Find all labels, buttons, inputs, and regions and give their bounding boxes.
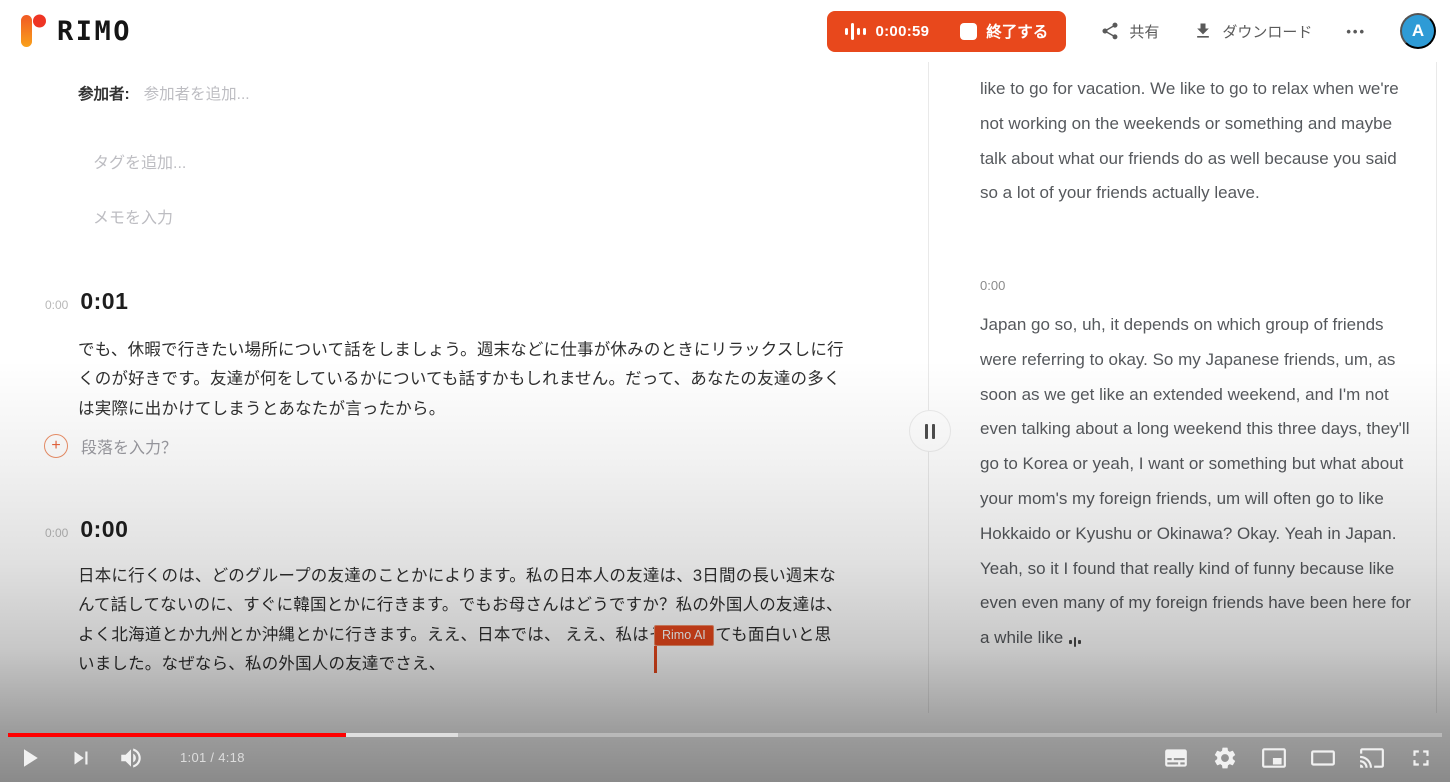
- theater-icon: [1310, 745, 1336, 771]
- transcript-body-text: Japan go so, uh, it depends on which gro…: [980, 315, 1411, 647]
- fullscreen-button[interactable]: [1408, 745, 1434, 771]
- play-button[interactable]: [14, 743, 44, 773]
- segment-time[interactable]: 0:01: [80, 288, 128, 315]
- segment-start-time: 0:00: [45, 526, 68, 540]
- play-icon: [14, 743, 44, 773]
- cast-icon: [1359, 745, 1385, 771]
- segment-timestamp: 0:00 0:00: [45, 516, 128, 543]
- transcript-paragraph-ja[interactable]: でも、休暇で行きたい場所について話をしましょう。週末などに仕事が休みのときにリラ…: [78, 336, 844, 424]
- transcript-time-label: 0:00: [980, 278, 1005, 293]
- player-controls-left: 1:01 / 4:18: [14, 743, 245, 773]
- cast-button[interactable]: [1359, 745, 1385, 771]
- volume-button[interactable]: [118, 745, 144, 771]
- header-actions: 0:00:59 終了する 共有 ダウンロード ••• A: [827, 11, 1436, 52]
- next-button[interactable]: [68, 745, 94, 771]
- share-button[interactable]: 共有: [1100, 21, 1159, 42]
- volume-icon: [118, 745, 144, 771]
- stop-recording-button[interactable]: 0:00:59 終了する: [827, 11, 1066, 52]
- transcript-paragraph-ja[interactable]: 日本に行くのは、どのグループの友達のことかによります。私の日本人の友達は、3日間…: [78, 562, 844, 680]
- plus-icon: +: [44, 434, 68, 458]
- tag-input[interactable]: タグを追加...: [93, 149, 186, 173]
- download-label: ダウンロード: [1222, 21, 1312, 42]
- miniplayer-icon: [1261, 745, 1287, 771]
- player-controls-right: [1163, 745, 1434, 771]
- participants-label: 参加者:: [78, 82, 130, 104]
- recording-waveform-icon: [845, 23, 866, 40]
- subtitles-button[interactable]: [1163, 745, 1189, 771]
- panel-resize-handle[interactable]: [909, 410, 951, 452]
- rimo-ai-caret: [654, 646, 657, 673]
- share-icon: [1100, 21, 1120, 41]
- next-icon: [68, 745, 94, 771]
- recording-elapsed-time: 0:00:59: [875, 23, 929, 40]
- add-paragraph-label: 段落を入力？: [81, 434, 177, 458]
- segment-timestamp: 0:00 0:01: [45, 288, 128, 315]
- participants-input[interactable]: 参加者を追加...: [144, 82, 250, 104]
- rimo-logo-icon: [16, 10, 48, 52]
- gear-icon: [1212, 745, 1238, 771]
- stop-recording-label: 終了する: [986, 20, 1048, 42]
- miniplayer-button[interactable]: [1261, 745, 1287, 771]
- subtitles-icon: [1163, 745, 1189, 771]
- download-icon: [1193, 21, 1213, 41]
- app-header: RIMO 0:00:59 終了する 共有 ダウンロード ••: [0, 0, 1450, 62]
- download-button[interactable]: ダウンロード: [1193, 21, 1312, 42]
- segment-time[interactable]: 0:00: [80, 516, 128, 543]
- transcript-paragraph-en[interactable]: like to go for vacation. We like to go t…: [980, 72, 1412, 211]
- theater-mode-button[interactable]: [1310, 745, 1336, 771]
- segment-start-time: 0:00: [45, 298, 68, 312]
- fullscreen-icon: [1408, 745, 1434, 771]
- transcribing-indicator-icon: [1069, 637, 1081, 647]
- user-avatar[interactable]: A: [1400, 13, 1436, 49]
- share-label: 共有: [1129, 21, 1159, 42]
- memo-input[interactable]: メモを入力: [93, 204, 173, 228]
- more-options-button[interactable]: •••: [1346, 24, 1366, 39]
- video-frame: RIMO 0:00:59 終了する 共有 ダウンロード ••: [0, 0, 1450, 782]
- player-controls: 1:01 / 4:18: [0, 737, 1450, 782]
- settings-button[interactable]: [1212, 745, 1238, 771]
- stop-icon: [960, 23, 977, 40]
- participants-row: 参加者: 参加者を追加...: [78, 82, 250, 104]
- brand-name: RIMO: [57, 16, 132, 47]
- rimo-logo: RIMO: [16, 10, 132, 52]
- add-paragraph-button[interactable]: + 段落を入力？: [44, 434, 177, 458]
- transcript-paragraph-en[interactable]: Japan go so, uh, it depends on which gro…: [980, 308, 1412, 656]
- rimo-ai-cursor-flag: Rimo AI: [654, 625, 714, 646]
- time-display: 1:01 / 4:18: [180, 750, 245, 765]
